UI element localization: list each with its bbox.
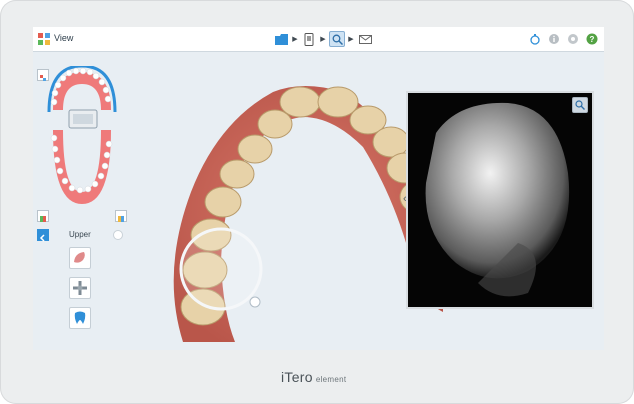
brand-logo: iTero element [281,369,347,385]
zoom-magnifier-icon [575,100,585,110]
step-arrow-icon: ▶ [320,36,326,43]
zoom-button[interactable] [572,97,588,113]
view-label: View [54,33,74,43]
screen: View ▶ ▶ ▶ ? Upper ‹ [33,27,604,350]
xray-image [408,93,592,307]
workflow-steps: ▶ ▶ ▶ [273,31,373,47]
svg-text:?: ? [589,35,594,44]
view-magnifier-icon[interactable] [329,31,345,47]
tooth-icon [74,311,86,324]
arch-selector[interactable] [45,66,119,214]
xray-image-panel [406,91,594,309]
send-icon[interactable] [357,31,373,47]
right-side-icon[interactable] [115,210,127,222]
left-panel: Upper [33,52,143,350]
left-side-icon[interactable] [37,210,49,222]
jaw-label: Upper [69,230,91,239]
tooth-tool-button[interactable] [69,307,91,329]
jaw-toggle-icon[interactable] [113,230,123,240]
tissue-tool-button[interactable] [69,247,91,269]
magnifier-loupe[interactable] [179,227,263,311]
move-tool-button[interactable] [69,277,91,299]
move-icon [73,281,87,295]
help-icon[interactable]: ? [585,32,598,45]
folder-icon[interactable] [273,31,289,47]
top-toolbar: View ▶ ▶ ▶ ? [33,27,604,52]
collapse-panel-icon[interactable] [37,229,49,242]
settings-icon[interactable] [566,32,579,45]
view-grid-icon[interactable] [38,33,50,45]
dental-3d-model[interactable] [143,52,443,350]
step-arrow-icon: ▶ [292,36,298,43]
info-icon[interactable] [547,32,560,45]
bell-icon[interactable] [528,32,541,45]
tissue-icon [74,252,85,263]
status-icons: ? [528,32,598,45]
scan-icon[interactable] [301,31,317,47]
step-arrow-icon: ▶ [348,36,354,43]
